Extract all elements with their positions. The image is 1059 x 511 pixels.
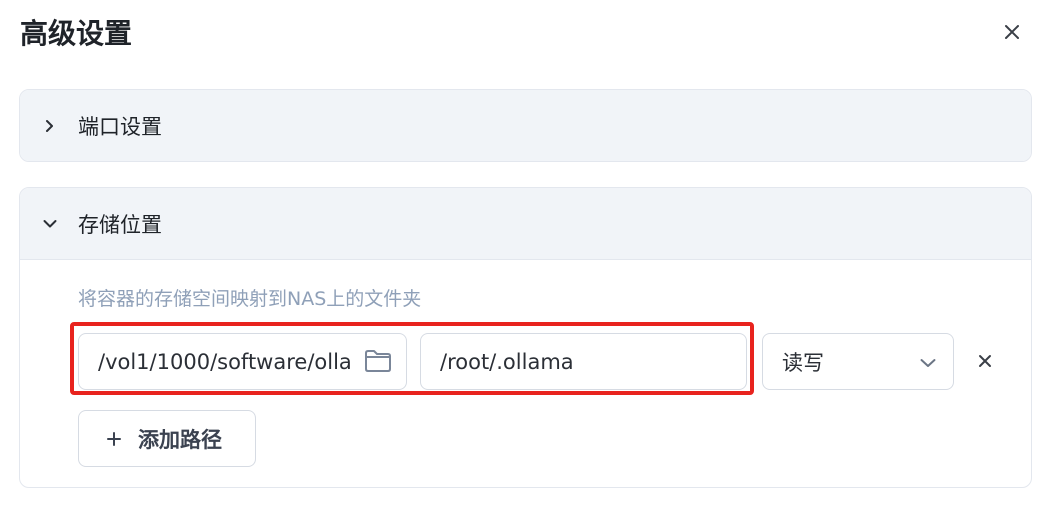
storage-location-panel: 存储位置 将容器的存储空间映射到NAS上的文件夹 /vol1/1000/soft… (19, 187, 1032, 488)
access-mode-select[interactable]: 读写 (762, 333, 954, 390)
chevron-down-icon (919, 353, 937, 377)
storage-location-title: 存储位置 (78, 212, 162, 237)
ports-settings-header[interactable]: 端口设置 (20, 90, 1031, 161)
container-path-value: /root/.ollama (440, 349, 574, 374)
close-button[interactable] (998, 18, 1026, 46)
host-path-input[interactable]: /vol1/1000/software/ollama (78, 333, 407, 390)
close-icon (979, 355, 991, 367)
plus-icon (106, 431, 122, 447)
close-icon (1005, 25, 1019, 39)
host-path-value: /vol1/1000/software/ollama (98, 349, 350, 374)
remove-mapping-button[interactable] (974, 350, 996, 372)
add-path-label: 添加路径 (138, 427, 222, 452)
ports-settings-title: 端口设置 (78, 115, 162, 139)
advanced-settings-dialog: 高级设置 端口设置 存储位置 将容器的存储空间映射到NAS上的文件夹 /vol1… (0, 0, 1059, 511)
chevron-down-icon (40, 214, 60, 234)
storage-location-header[interactable]: 存储位置 (20, 188, 1031, 260)
folder-icon[interactable] (364, 349, 392, 378)
add-path-button[interactable]: 添加路径 (78, 410, 256, 467)
chevron-right-icon (40, 116, 60, 136)
dialog-title: 高级设置 (20, 17, 133, 50)
container-path-input[interactable]: /root/.ollama (420, 333, 747, 390)
ports-settings-panel: 端口设置 (19, 89, 1032, 162)
storage-hint-text: 将容器的存储空间映射到NAS上的文件夹 (78, 288, 422, 310)
access-mode-value: 读写 (782, 350, 824, 375)
